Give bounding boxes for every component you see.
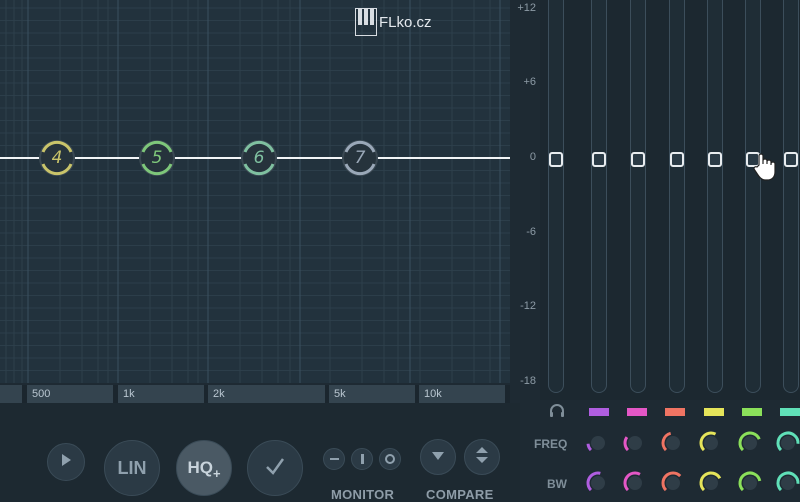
triangle-down-icon: [431, 448, 445, 466]
hq-button[interactable]: HQ +: [176, 440, 232, 496]
band-fader-2[interactable]: [587, 0, 609, 395]
freq-knob[interactable]: [660, 430, 686, 456]
monitor-dot-button[interactable]: [379, 448, 401, 470]
bw-row-label: BW: [547, 477, 567, 491]
swap-arrows-icon: [475, 446, 489, 469]
band-node-6[interactable]: 6: [239, 138, 279, 178]
fader-handle[interactable]: [784, 152, 798, 167]
db-label: -18: [520, 375, 536, 387]
freq-label: 500: [27, 385, 113, 403]
frequency-ruler: 500 1k 2k 5k 10k: [0, 385, 510, 403]
fader-handle[interactable]: [549, 152, 563, 167]
band-node-label: 5: [151, 148, 163, 168]
band-fader-5[interactable]: [703, 0, 725, 395]
compare-caption: COMPARE: [426, 487, 494, 502]
fader-handle[interactable]: [708, 152, 722, 167]
band-color-swatch: [780, 408, 800, 416]
band-node-5[interactable]: 5: [137, 138, 177, 178]
hq-plus-label: +: [212, 465, 221, 481]
band-node-7[interactable]: 7: [340, 138, 380, 178]
freq-cell: [0, 385, 22, 403]
monitor-bar-button[interactable]: [351, 448, 373, 470]
bw-knob[interactable]: [775, 470, 800, 496]
bw-knob[interactable]: [585, 470, 611, 496]
band-color-swatch: [589, 408, 609, 416]
band-color-swatch: [627, 408, 647, 416]
bw-knob[interactable]: [737, 470, 763, 496]
bw-knob[interactable]: [622, 470, 648, 496]
fader-handle[interactable]: [670, 152, 684, 167]
fader-handle[interactable]: [592, 152, 606, 167]
band-node-label: 6: [253, 148, 265, 168]
freq-row-label: FREQ: [534, 437, 568, 451]
freq-label: 1k: [118, 385, 204, 403]
band-color-swatch: [704, 408, 724, 416]
freq-knob[interactable]: [737, 430, 763, 456]
lin-button[interactable]: LIN: [104, 440, 160, 496]
fader-handle[interactable]: [746, 152, 760, 167]
target-icon: [385, 454, 395, 464]
band-fader-3[interactable]: [626, 0, 648, 395]
freq-knob[interactable]: [622, 430, 648, 456]
eq-grid: [0, 0, 510, 383]
eq-graph[interactable]: 4 5 6 7: [0, 0, 510, 383]
band-fader-6[interactable]: [741, 0, 763, 395]
db-label: -12: [520, 300, 536, 312]
db-label: -6: [526, 226, 536, 238]
band-fader-4[interactable]: [665, 0, 687, 395]
db-scale: +12 +6 0 -6 -12 -18: [510, 0, 540, 395]
piano-logo-icon: [355, 8, 377, 36]
bw-knob[interactable]: [660, 470, 686, 496]
hq-label: HQ: [187, 458, 213, 477]
monitor-caption: MONITOR: [331, 487, 395, 502]
band-node-label: 7: [354, 148, 366, 168]
freq-knob[interactable]: [698, 430, 724, 456]
play-icon: [60, 453, 72, 472]
minus-icon: [329, 458, 339, 460]
band-node-4[interactable]: 4: [37, 138, 77, 178]
bar-icon: [360, 454, 364, 464]
db-label: 0: [529, 151, 536, 163]
logo-text: FLko.cz: [379, 13, 432, 31]
logo: FLko.cz: [355, 8, 432, 36]
db-label: +12: [517, 2, 536, 14]
freq-label: 2k: [208, 385, 325, 403]
band-color-swatch: [742, 408, 762, 416]
freq-label: 10k: [419, 385, 505, 403]
play-button[interactable]: [47, 443, 85, 481]
freq-label: 5k: [329, 385, 415, 403]
freq-knob[interactable]: [585, 430, 611, 456]
fader-handle[interactable]: [631, 152, 645, 167]
lin-label: LIN: [117, 457, 147, 478]
band-fader-7[interactable]: [779, 0, 800, 395]
compare-down-button[interactable]: [420, 439, 456, 475]
band-faders: [540, 0, 800, 400]
confirm-button[interactable]: [247, 440, 303, 496]
monitor-minus-button[interactable]: [323, 448, 345, 470]
db-label: +6: [523, 76, 536, 88]
checkmark-icon: [264, 456, 286, 481]
freq-knob[interactable]: [775, 430, 800, 456]
compare-swap-button[interactable]: [464, 439, 500, 475]
bw-knob[interactable]: [698, 470, 724, 496]
band-node-label: 4: [51, 148, 63, 168]
headphones-icon[interactable]: [549, 404, 565, 421]
bottom-controls: LIN HQ + MONITOR COMPARE: [0, 403, 520, 502]
band-color-swatch: [665, 408, 685, 416]
band-fader-1[interactable]: [544, 0, 566, 395]
